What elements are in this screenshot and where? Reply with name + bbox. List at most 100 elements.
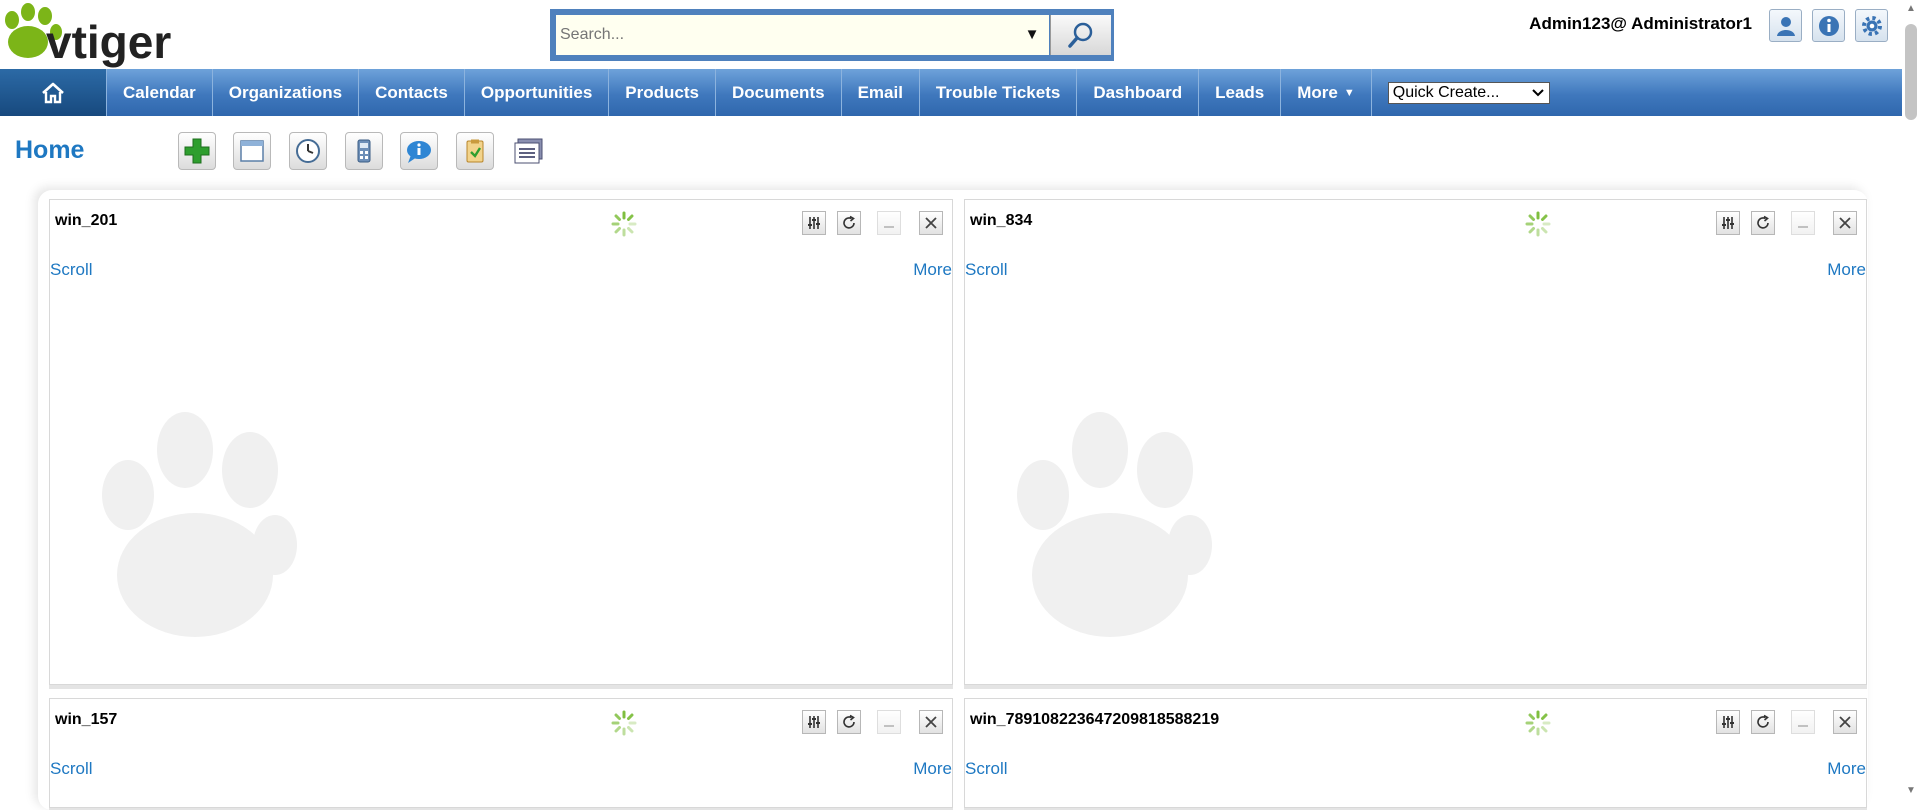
widget-scroll-link[interactable]: Scroll — [50, 260, 93, 280]
nav-documents[interactable]: Documents — [716, 69, 842, 116]
minimize-icon — [1798, 226, 1808, 228]
home-icon — [42, 82, 64, 103]
nav-more-label: More — [1297, 82, 1338, 102]
widget-close-button[interactable] — [919, 710, 943, 734]
widget-settings-button[interactable] — [1716, 211, 1740, 235]
scroll-up-arrow-icon[interactable]: ▲ — [1904, 2, 1918, 16]
add-widget-icon — [184, 138, 210, 164]
add-widget-button[interactable] — [178, 132, 216, 170]
widget-minimize-button[interactable] — [1791, 710, 1815, 734]
loading-spinner-icon — [611, 211, 637, 237]
widget-refresh-button[interactable] — [1751, 710, 1775, 734]
widget-minimize-button[interactable] — [1791, 211, 1815, 235]
search-input[interactable] — [556, 15, 1046, 55]
page-title: Home — [15, 136, 85, 164]
close-icon — [925, 716, 937, 728]
minimize-icon — [1798, 725, 1808, 727]
svg-text:vtiger: vtiger — [46, 16, 171, 68]
nav-more[interactable]: More ▼ — [1281, 69, 1372, 116]
nav-products[interactable]: Products — [609, 69, 716, 116]
widget-scroll-link[interactable]: Scroll — [965, 260, 1008, 280]
clipboard-icon — [466, 139, 484, 163]
widget-more-link[interactable]: More — [1827, 759, 1866, 779]
widget-close-button[interactable] — [1833, 710, 1857, 734]
widget-settings-button[interactable] — [802, 211, 826, 235]
widget-settings-button[interactable] — [802, 710, 826, 734]
user-preferences-button[interactable] — [1769, 9, 1802, 42]
close-icon — [1839, 217, 1851, 229]
nav-opportunities[interactable]: Opportunities — [465, 69, 610, 116]
user-preferences-icon — [1776, 16, 1795, 36]
chat-button[interactable] — [400, 132, 438, 170]
nav-organizations[interactable]: Organizations — [213, 69, 360, 116]
info-button[interactable] — [1812, 9, 1845, 42]
widget-title: win_834 — [970, 212, 1033, 229]
refresh-icon — [1757, 215, 1769, 229]
settings-button[interactable] — [1855, 9, 1888, 42]
search-scope-dropdown[interactable]: ▼ — [1015, 15, 1049, 55]
search-icon — [1068, 22, 1093, 48]
clock-icon — [296, 139, 320, 163]
widget-scroll-link[interactable]: Scroll — [50, 759, 93, 779]
layout-button[interactable] — [233, 132, 271, 170]
sliders-icon — [1722, 716, 1734, 728]
info-icon — [1818, 15, 1839, 36]
clipboard-button[interactable] — [456, 132, 494, 170]
clock-button[interactable] — [289, 132, 327, 170]
widget-more-link[interactable]: More — [913, 759, 952, 779]
scroll-down-arrow-icon[interactable]: ▼ — [1904, 784, 1918, 798]
nav-dashboard[interactable]: Dashboard — [1077, 69, 1200, 116]
widget-win-834: win_834 Scroll More — [964, 199, 1867, 685]
layout-icon — [240, 140, 264, 162]
widget-close-button[interactable] — [1833, 211, 1857, 235]
minimize-icon — [884, 226, 894, 228]
calculator-button[interactable] — [345, 132, 383, 170]
sliders-icon — [808, 716, 820, 728]
vtiger-logo-icon: vtiger — [5, 3, 171, 68]
widget-close-button[interactable] — [919, 211, 943, 235]
widget-minimize-button[interactable] — [877, 710, 901, 734]
loading-spinner-icon — [1525, 211, 1551, 237]
page-scrollbar[interactable]: ▲ ▼ — [1902, 0, 1920, 800]
nav-leads[interactable]: Leads — [1199, 69, 1282, 116]
caret-down-icon: ▼ — [1343, 86, 1355, 99]
widget-minimize-button[interactable] — [877, 211, 901, 235]
widget-win-157: win_157 Scroll More — [49, 698, 953, 808]
nav-trouble-tickets[interactable]: Trouble Tickets — [920, 69, 1078, 116]
vtiger-logo[interactable]: vtiger — [0, 0, 250, 68]
minimize-icon — [884, 725, 894, 727]
nav-contacts[interactable]: Contacts — [359, 69, 465, 116]
quick-create-select[interactable]: Quick Create... — [1387, 81, 1550, 104]
calculator-icon — [357, 139, 371, 163]
chat-icon — [407, 141, 431, 163]
widget-scroll-link[interactable]: Scroll — [965, 759, 1008, 779]
paw-watermark-icon — [1017, 412, 1212, 637]
quick-create-label: Quick Create... — [1392, 83, 1500, 101]
nav-email[interactable]: Email — [842, 69, 920, 116]
sliders-icon — [1722, 217, 1734, 229]
widget-more-link[interactable]: More — [913, 260, 952, 280]
widget-win-789108223647209818588219: win_789108223647209818588219 Scroll More — [964, 698, 1867, 808]
notebook-icon — [514, 138, 543, 164]
widget-title: win_789108223647209818588219 — [970, 711, 1220, 728]
main-nav: Calendar Organizations Contacts Opportun… — [0, 69, 1902, 116]
nav-home[interactable] — [0, 69, 107, 116]
search-button[interactable] — [1050, 15, 1111, 55]
notebook-button[interactable] — [510, 132, 548, 170]
nav-calendar[interactable]: Calendar — [107, 69, 213, 116]
scroll-thumb[interactable] — [1905, 24, 1917, 120]
loading-spinner-icon — [1525, 710, 1551, 736]
widget-refresh-button[interactable] — [837, 211, 861, 235]
close-icon — [925, 217, 937, 229]
widget-refresh-button[interactable] — [1751, 211, 1775, 235]
refresh-icon — [843, 215, 855, 229]
widget-settings-button[interactable] — [1716, 710, 1740, 734]
close-icon — [1839, 716, 1851, 728]
widget-refresh-button[interactable] — [837, 710, 861, 734]
widget-title: win_157 — [55, 711, 118, 728]
widget-more-link[interactable]: More — [1827, 260, 1866, 280]
global-search: ▼ — [550, 9, 1114, 61]
widget-title: win_201 — [55, 212, 118, 229]
widget-win-201: win_201 Scroll More — [49, 199, 953, 685]
settings-gear-icon — [1861, 15, 1882, 36]
